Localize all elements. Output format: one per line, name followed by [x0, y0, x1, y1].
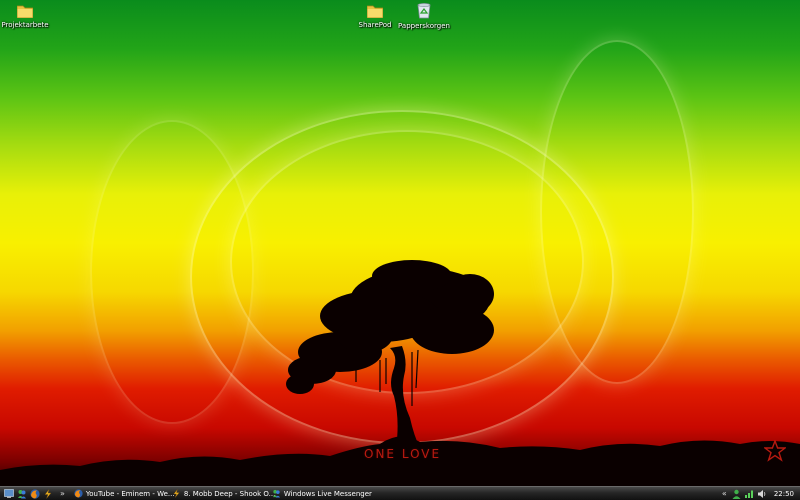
winamp-icon	[44, 488, 52, 499]
firefox-quick-launch[interactable]	[30, 488, 40, 499]
desktop: Projektarbete SharePod Papperskorgen ONE…	[0, 0, 800, 486]
show-desktop-button[interactable]	[4, 489, 14, 499]
taskbar-clock[interactable]: 22:50	[774, 490, 794, 498]
task-button-messenger[interactable]: Windows Live Messenger	[269, 488, 379, 500]
quick-launch: »	[0, 487, 71, 500]
winamp-quick-launch[interactable]	[43, 488, 53, 499]
star-logo-icon	[764, 440, 786, 462]
task-button-youtube[interactable]: YouTube - Eminem - We...	[71, 488, 175, 500]
taskbar: » YouTube - Eminem - We... 8. Mobb Deep …	[0, 486, 800, 500]
tray-expand-button[interactable]: «	[722, 489, 727, 498]
winamp-icon	[173, 489, 180, 498]
task-button-label: 8. Mobb Deep - Shook O...	[183, 489, 276, 498]
system-tray: « 22:50	[722, 487, 800, 500]
wallpaper-text: ONE LOVE	[364, 447, 442, 461]
tree-silhouette	[0, 260, 800, 486]
task-button-label: YouTube - Eminem - We...	[85, 489, 175, 498]
task-button-label: Windows Live Messenger	[283, 489, 372, 498]
network-icon[interactable]	[744, 489, 754, 499]
task-button-winamp[interactable]: 8. Mobb Deep - Shook O...	[169, 488, 275, 500]
show-desktop-icon	[4, 489, 14, 498]
firefox-icon	[30, 488, 40, 499]
messenger-status-icon[interactable]	[732, 489, 741, 499]
messenger-icon	[18, 489, 26, 498]
firefox-icon	[74, 489, 83, 498]
quick-launch-overflow-button[interactable]: »	[60, 489, 65, 498]
volume-icon[interactable]	[757, 489, 767, 499]
messenger-quick-launch[interactable]	[17, 489, 27, 499]
messenger-icon	[272, 489, 281, 498]
